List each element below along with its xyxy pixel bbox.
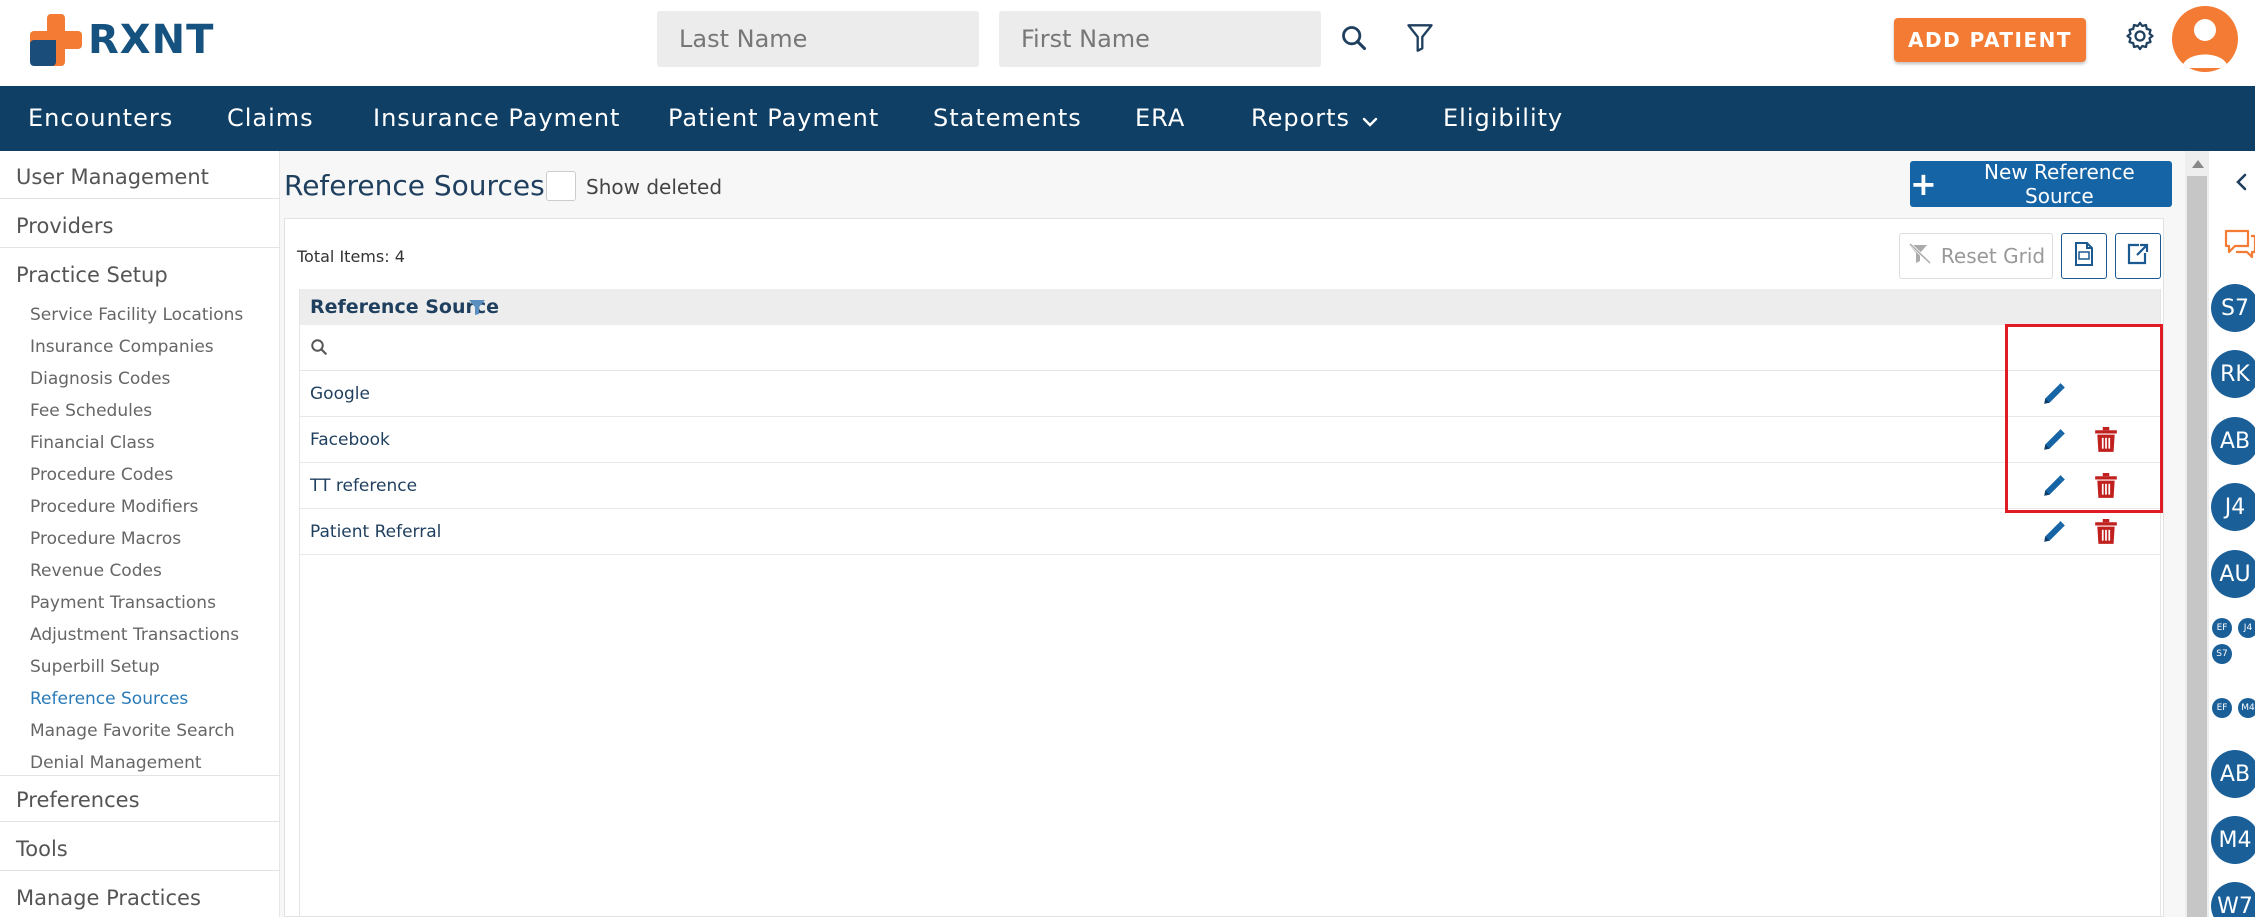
new-reference-source-button[interactable]: + New Reference Source (1910, 160, 2172, 208)
right-side-panel: S7 RK AB J4 AU EF J4 S7 EF M4 AB M4 W7 (2209, 151, 2255, 917)
nav-insurance-payment[interactable]: Insurance Payment (373, 104, 620, 132)
sidebar-item-manage-favorite-search[interactable]: Manage Favorite Search (30, 721, 235, 741)
sidebar-item-revenue-codes[interactable]: Revenue Codes (30, 561, 162, 581)
delete-trash-icon[interactable] (2090, 470, 2122, 502)
scrollbar-thumb[interactable] (2187, 176, 2207, 917)
reference-sources-grid: Reference Source Google Facebook TT refe… (299, 289, 2161, 917)
group-avatar[interactable]: M4 (2238, 698, 2255, 718)
search-icon[interactable] (1334, 18, 1374, 58)
contact-avatar[interactable]: M4 (2211, 816, 2255, 864)
scroll-up-arrow-icon[interactable] (2192, 160, 2204, 168)
gear-icon[interactable] (2120, 16, 2160, 56)
reference-sources-card: Total Items: 4 Reset Grid Reference Sour… (284, 218, 2164, 917)
user-avatar[interactable] (2172, 6, 2238, 72)
column-filter-icon[interactable] (468, 298, 486, 320)
sidebar-item-adjustment-transactions[interactable]: Adjustment Transactions (30, 625, 239, 645)
nav-reports[interactable]: Reports (1251, 104, 1378, 133)
reset-grid-label: Reset Grid (1940, 244, 2046, 268)
export-pdf-button[interactable] (2061, 233, 2107, 279)
logo-text: RXNT (88, 17, 215, 63)
edit-pencil-icon[interactable] (2038, 378, 2070, 410)
contact-avatar[interactable]: J4 (2211, 483, 2255, 531)
add-patient-button[interactable]: ADD PATIENT (1894, 18, 2086, 62)
nav-patient-payment[interactable]: Patient Payment (668, 104, 879, 132)
nav-era[interactable]: ERA (1135, 104, 1185, 132)
row-label: Google (310, 384, 370, 404)
sidebar-item-diagnosis-codes[interactable]: Diagnosis Codes (30, 369, 170, 389)
settings-sidebar: User Management Providers Practice Setup… (0, 151, 280, 917)
contact-avatar[interactable]: AB (2211, 417, 2255, 465)
reset-grid-button[interactable]: Reset Grid (1899, 233, 2053, 279)
sidebar-item-procedure-codes[interactable]: Procedure Codes (30, 465, 173, 485)
sidebar-item-payment-transactions[interactable]: Payment Transactions (30, 593, 216, 613)
sidebar-item-denial-management[interactable]: Denial Management (30, 753, 202, 773)
reset-filter-icon (1907, 242, 1933, 270)
last-name-input[interactable] (657, 11, 979, 67)
table-row[interactable]: TT reference (300, 463, 2160, 509)
new-reference-source-label: New Reference Source (1984, 160, 2135, 208)
nav-reports-label: Reports (1251, 104, 1351, 132)
first-name-input[interactable] (999, 11, 1321, 67)
edit-pencil-icon[interactable] (2038, 424, 2070, 456)
row-label: Patient Referral (310, 522, 442, 542)
show-deleted-label: Show deleted (586, 175, 723, 199)
delete-trash-icon[interactable] (2090, 516, 2122, 548)
sidebar-item-manage-practices[interactable]: Manage Practices (16, 886, 201, 910)
grid-search-input[interactable] (334, 333, 1834, 363)
contact-avatar[interactable]: RK (2211, 350, 2255, 398)
export-icon (2125, 241, 2151, 271)
sidebar-item-insurance-companies[interactable]: Insurance Companies (30, 337, 214, 357)
nav-statements[interactable]: Statements (933, 104, 1082, 132)
table-row[interactable]: Patient Referral (300, 509, 2160, 555)
table-row[interactable]: Google (300, 371, 2160, 417)
nav-claims[interactable]: Claims (227, 104, 314, 132)
group-avatar[interactable]: EF (2212, 618, 2232, 638)
page-title: Reference Sources (284, 169, 545, 202)
show-deleted-checkbox[interactable] (546, 171, 576, 201)
sidebar-item-user-management[interactable]: User Management (16, 165, 209, 189)
group-avatar[interactable]: S7 (2212, 644, 2232, 664)
sidebar-item-tools[interactable]: Tools (16, 837, 68, 861)
plus-icon: + (1910, 165, 1937, 203)
group-avatar[interactable]: J4 (2238, 618, 2255, 638)
rxnt-logo-mark (30, 14, 82, 66)
nav-encounters[interactable]: Encounters (28, 104, 173, 132)
sidebar-item-financial-class[interactable]: Financial Class (30, 433, 155, 453)
rxnt-logo[interactable]: RXNT (30, 12, 214, 68)
group-avatar[interactable]: EF (2212, 698, 2232, 718)
sidebar-item-service-facility-locations[interactable]: Service Facility Locations (30, 305, 243, 325)
main-nav: Encounters Claims Insurance Payment Pati… (0, 86, 2255, 151)
sidebar-item-preferences[interactable]: Preferences (16, 788, 140, 812)
sidebar-item-procedure-macros[interactable]: Procedure Macros (30, 529, 181, 549)
app-header: RXNT ADD PATIENT (0, 0, 2255, 86)
sidebar-item-providers[interactable]: Providers (16, 214, 113, 238)
filter-icon[interactable] (1400, 18, 1440, 58)
sidebar-item-reference-sources[interactable]: Reference Sources (30, 689, 188, 709)
nav-eligibility[interactable]: Eligibility (1443, 104, 1563, 132)
grid-header: Reference Source (300, 289, 2160, 325)
sidebar-item-fee-schedules[interactable]: Fee Schedules (30, 401, 152, 421)
contact-avatar[interactable]: W7 (2211, 882, 2255, 917)
row-label: TT reference (310, 476, 418, 496)
main-content: Reference Sources Show deleted + New Ref… (280, 151, 2185, 917)
grid-search-row (300, 325, 2160, 371)
contact-avatar[interactable]: AB (2211, 750, 2255, 798)
grid-search-icon (310, 338, 328, 360)
total-items: Total Items: 4 (297, 247, 405, 266)
contact-avatar[interactable]: S7 (2211, 284, 2255, 332)
edit-pencil-icon[interactable] (2038, 470, 2070, 502)
sidebar-item-superbill-setup[interactable]: Superbill Setup (30, 657, 160, 677)
edit-pencil-icon[interactable] (2038, 516, 2070, 548)
sidebar-item-procedure-modifiers[interactable]: Procedure Modifiers (30, 497, 198, 517)
row-label: Facebook (310, 430, 390, 450)
chevron-left-icon[interactable] (2235, 173, 2247, 195)
contact-avatar[interactable]: AU (2211, 550, 2255, 598)
table-row[interactable]: Facebook (300, 417, 2160, 463)
pdf-icon (2072, 241, 2096, 271)
sidebar-item-practice-setup[interactable]: Practice Setup (16, 263, 168, 287)
chat-icon[interactable] (2223, 226, 2255, 264)
delete-trash-icon[interactable] (2090, 424, 2122, 456)
chevron-down-icon (1362, 105, 1378, 133)
export-button[interactable] (2115, 233, 2161, 279)
